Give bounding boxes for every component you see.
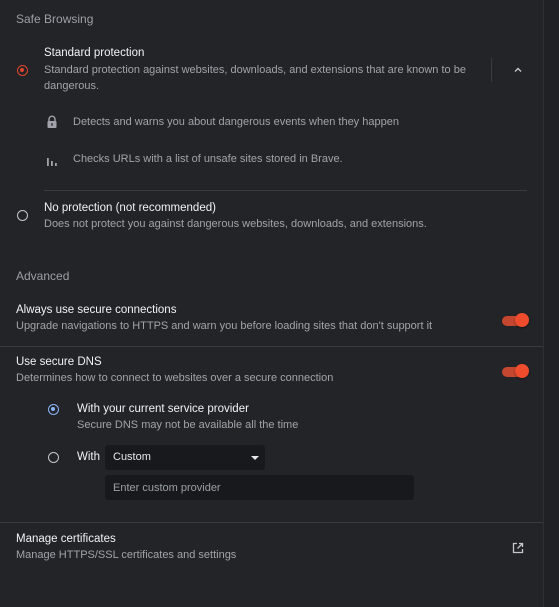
no-protection-radio[interactable] <box>17 210 28 221</box>
current-provider-description: Secure DNS may not be available all the … <box>77 419 299 431</box>
custom-provider-label: With <box>77 451 100 463</box>
custom-provider-radio[interactable] <box>48 452 59 463</box>
divider <box>44 190 527 191</box>
lock-icon <box>46 115 58 129</box>
current-provider-title: With your current service provider <box>77 403 249 415</box>
bar-chart-icon <box>46 154 58 166</box>
secure-connections-toggle[interactable] <box>502 312 529 328</box>
current-provider-radio[interactable] <box>48 404 59 415</box>
divider <box>0 346 543 347</box>
settings-panel: Safe Browsing Standard protection Standa… <box>0 0 543 607</box>
toggle-knob <box>515 313 529 327</box>
manage-certificates-description: Manage HTTPS/SSL certificates and settin… <box>16 549 237 561</box>
standard-protection-description: Standard protection against websites, do… <box>44 64 466 92</box>
divider <box>0 522 543 523</box>
standard-protection-radio[interactable] <box>17 65 28 76</box>
secure-connections-description: Upgrade navigations to HTTPS and warn yo… <box>16 320 433 332</box>
custom-provider-input-wrapper <box>105 475 414 500</box>
secure-dns-title: Use secure DNS <box>16 356 102 368</box>
scrollbar[interactable] <box>543 0 559 607</box>
advanced-heading: Advanced <box>16 269 70 283</box>
secure-dns-description: Determines how to connect to websites ov… <box>16 372 334 384</box>
safe-browsing-heading: Safe Browsing <box>16 12 94 26</box>
expand-separator <box>491 58 492 82</box>
no-protection-title: No protection (not recommended) <box>44 202 216 214</box>
external-link-icon[interactable] <box>511 541 525 555</box>
dns-provider-select[interactable]: Custom <box>105 445 265 470</box>
manage-certificates-title[interactable]: Manage certificates <box>16 533 116 545</box>
detail-text: Checks URLs with a list of unsafe sites … <box>73 153 343 165</box>
standard-protection-title: Standard protection <box>44 47 145 59</box>
no-protection-description: Does not protect you against dangerous w… <box>44 218 427 230</box>
toggle-knob <box>515 364 529 378</box>
secure-dns-toggle[interactable] <box>502 363 529 379</box>
chevron-down-icon <box>251 456 259 460</box>
secure-connections-title: Always use secure connections <box>16 304 177 316</box>
dns-provider-select-value: Custom <box>113 451 151 463</box>
collapse-chevron-icon[interactable] <box>511 63 525 77</box>
detail-text: Detects and warns you about dangerous ev… <box>73 116 399 128</box>
custom-provider-input[interactable] <box>105 475 414 500</box>
